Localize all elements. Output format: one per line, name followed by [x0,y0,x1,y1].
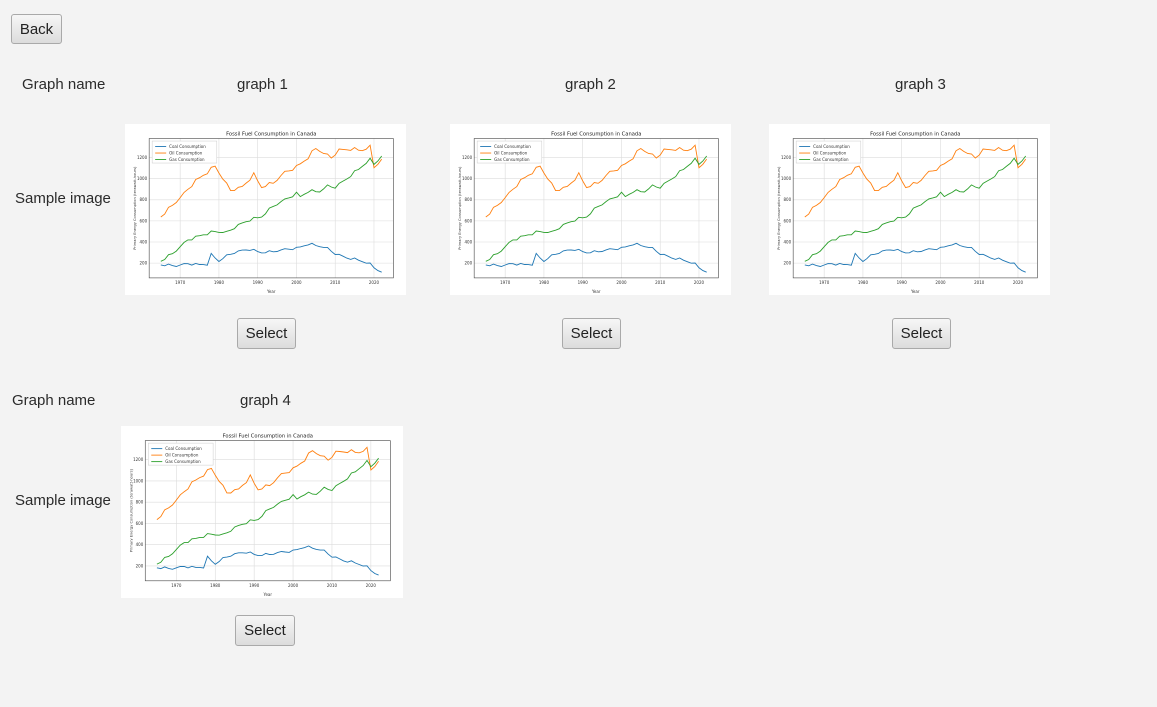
sample-image-label: Sample image [15,492,111,509]
thumb-y-tick: 400 [465,239,473,244]
thumb-gas-line [156,457,379,565]
thumb-legend-entry: Coal Consumption [494,144,531,149]
thumb-chart-title: Fossil Fuel Consumption in Canada [226,132,316,138]
thumb-y-tick: 200 [136,563,144,568]
thumb-y-tick: 1000 [781,176,792,181]
thumb-legend-entry: Coal Consumption [169,144,206,149]
select-button[interactable]: Select [562,318,621,349]
thumb-y-label: Primary Energy Consumption (terawatt-hou… [133,166,137,250]
thumb-y-tick: 800 [784,197,792,202]
sample-image-thumbnail: Fossil Fuel Consumption in Canada 1970 198… [125,124,406,295]
thumb-x-tick: 1990 [253,280,264,285]
thumb-coal-line [156,545,379,576]
thumb-legend-entry: Oil Consumption [165,453,199,458]
thumb-x-tick: 2010 [974,280,985,285]
thumb-y-tick: 1000 [137,176,148,181]
thumb-chart-title: Fossil Fuel Consumption in Canada [870,132,960,138]
thumb-y-tick: 600 [784,218,792,223]
graph-name-label: Graph name [22,76,106,93]
thumb-legend-entry: Gas Consumption [169,157,205,162]
thumb-y-tick: 1200 [137,155,148,160]
sample-image-thumbnail: Fossil Fuel Consumption in Canada 1970 198… [450,124,731,295]
thumb-y-tick: 800 [465,197,473,202]
thumb-y-tick: 800 [136,500,144,505]
thumb-x-tick: 2020 [694,280,705,285]
thumb-legend-entry: Gas Consumption [813,157,849,162]
thumb-y-tick: 800 [140,197,148,202]
thumb-y-label: Primary Energy Consumption (terawatt-hou… [129,469,133,553]
sample-image-thumbnail: Fossil Fuel Consumption in Canada 1970 198… [121,426,403,598]
thumb-coal-line [804,242,1026,273]
thumb-x-tick: 1990 [897,280,908,285]
thumb-y-tick: 400 [784,239,792,244]
thumb-legend-entry: Oil Consumption [813,150,847,155]
thumb-legend-entry: Coal Consumption [165,446,202,451]
thumb-y-tick: 400 [136,542,144,547]
thumb-x-tick: 2000 [616,280,627,285]
thumb-x-tick: 1970 [500,280,511,285]
thumb-y-tick: 1000 [462,176,473,181]
graph-title: graph 1 [237,76,288,93]
thumb-x-tick: 2010 [330,280,341,285]
thumb-legend-entry: Coal Consumption [813,144,850,149]
thumb-x-tick: 2020 [1013,280,1024,285]
select-button[interactable]: Select [235,615,295,646]
thumb-y-tick: 1200 [462,155,473,160]
thumb-x-label: Year [263,592,273,597]
thumb-chart-title: Fossil Fuel Consumption in Canada [223,434,313,440]
thumb-x-tick: 2020 [366,583,377,588]
thumb-y-tick: 600 [136,521,144,526]
thumb-x-tick: 1970 [819,280,830,285]
select-button[interactable]: Select [237,318,296,349]
thumb-y-tick: 1200 [133,457,144,462]
thumb-x-label: Year [910,289,920,294]
thumb-y-tick: 200 [140,261,148,266]
graph-title: graph 3 [895,76,946,93]
select-button[interactable]: Select [892,318,951,349]
thumb-chart-title: Fossil Fuel Consumption in Canada [551,132,641,138]
thumb-gas-line [804,155,1027,262]
thumb-x-tick: 2020 [369,280,380,285]
thumb-x-tick: 1970 [171,583,182,588]
thumb-y-tick: 400 [140,239,148,244]
thumb-x-tick: 1980 [539,280,550,285]
thumb-legend-entry: Gas Consumption [165,459,201,464]
thumb-coal-line [160,242,382,273]
graph-title: graph 4 [240,392,291,409]
thumb-gas-line [485,155,708,262]
thumb-x-tick: 2000 [291,280,302,285]
thumb-x-tick: 1980 [858,280,869,285]
sample-image-thumbnail: Fossil Fuel Consumption in Canada 1970 198… [769,124,1050,295]
back-button[interactable]: Back [11,14,62,44]
thumb-gas-line [160,155,383,262]
thumb-x-label: Year [591,289,601,294]
thumb-x-tick: 1980 [214,280,225,285]
thumb-y-tick: 200 [784,261,792,266]
thumb-x-label: Year [266,289,276,294]
thumb-y-label: Primary Energy Consumption (terawatt-hou… [777,166,781,250]
thumb-x-tick: 2000 [288,583,299,588]
thumb-legend-entry: Oil Consumption [494,150,528,155]
thumb-y-tick: 1200 [781,155,792,160]
thumb-y-tick: 200 [465,261,473,266]
thumb-x-tick: 2010 [327,583,338,588]
thumb-x-tick: 1990 [578,280,589,285]
thumb-legend-entry: Gas Consumption [494,157,530,162]
thumb-x-tick: 2010 [655,280,666,285]
thumb-x-tick: 1990 [249,583,260,588]
thumb-y-tick: 600 [465,218,473,223]
thumb-x-tick: 2000 [935,280,946,285]
thumb-x-tick: 1970 [175,280,186,285]
thumb-y-tick: 1000 [133,478,144,483]
graph-name-label: Graph name [12,392,96,409]
thumb-x-tick: 1980 [210,583,221,588]
thumb-y-tick: 600 [140,218,148,223]
thumb-coal-line [485,242,707,273]
graph-title: graph 2 [565,76,616,93]
thumb-legend-entry: Oil Consumption [169,150,203,155]
thumb-y-label: Primary Energy Consumption (terawatt-hou… [458,166,462,250]
sample-image-label: Sample image [15,190,111,207]
